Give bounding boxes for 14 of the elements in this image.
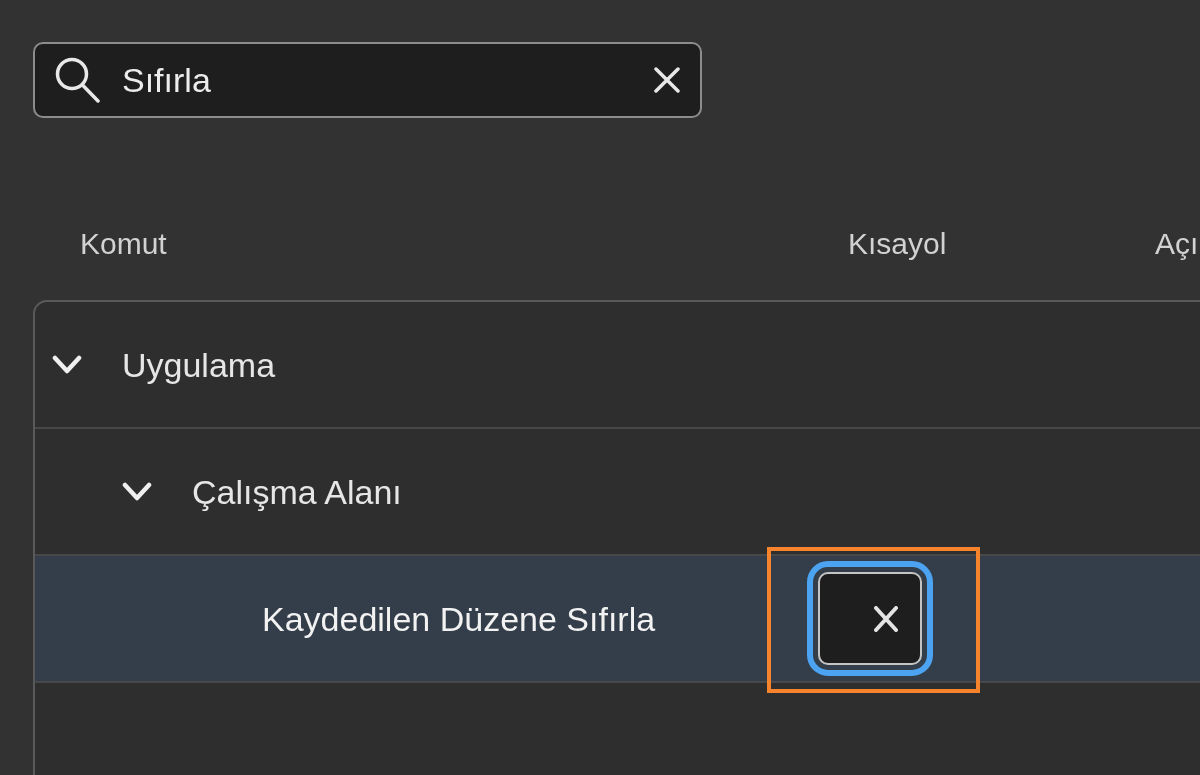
search-field[interactable]: Sıfırla	[33, 42, 702, 118]
clear-icon[interactable]	[654, 67, 680, 93]
chevron-down-icon[interactable]	[52, 354, 82, 375]
column-header[interactable]: Açı	[1155, 229, 1200, 259]
column-header[interactable]: Kısayol	[848, 229, 1155, 259]
chevron-down-icon[interactable]	[122, 481, 152, 502]
command-label: Kaydedilen Düzene Sıfırla	[262, 601, 656, 636]
tree-row[interactable]: Uygulama	[35, 302, 1200, 429]
search-icon	[55, 57, 100, 103]
command-label: Uygulama	[122, 347, 276, 382]
command-label: Çalışma Alanı	[192, 474, 402, 509]
search-query: Sıfırla	[122, 63, 211, 97]
clear-icon[interactable]	[874, 605, 898, 632]
column-header[interactable]: Komut	[80, 229, 848, 259]
